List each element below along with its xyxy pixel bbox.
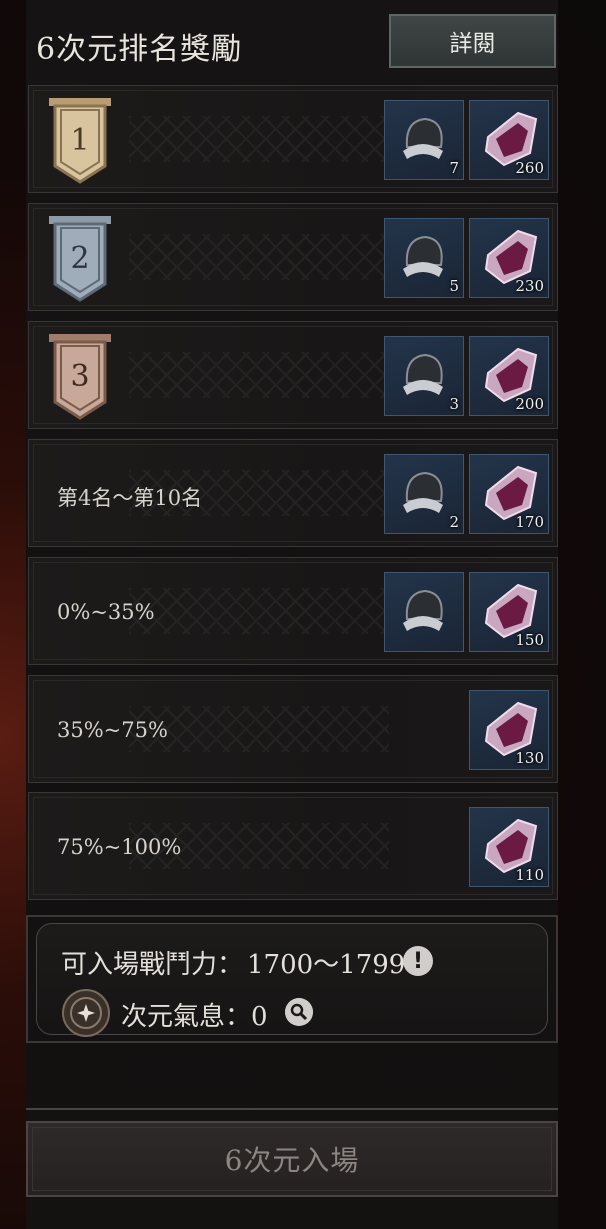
- helmet-reward[interactable]: 3: [384, 336, 464, 416]
- helmet-icon: [403, 235, 443, 277]
- row-label: 35%~75%: [57, 718, 168, 742]
- helmet-reward[interactable]: [384, 572, 464, 652]
- divider: [26, 1108, 558, 1110]
- crystal-qty: 260: [515, 159, 544, 177]
- svg-text:1: 1: [70, 123, 89, 158]
- dimension-emblem-icon: [62, 989, 110, 1037]
- crystal-reward[interactable]: 230: [469, 218, 549, 298]
- helmet-qty: 2: [449, 513, 459, 531]
- helmet-icon: [403, 471, 443, 513]
- crystal-qty: 130: [515, 749, 544, 767]
- page-title: 6次元排名獎勵: [36, 32, 243, 67]
- dimension-aura: 次元氣息：0: [121, 1002, 268, 1032]
- crystal-qty: 170: [515, 513, 544, 531]
- crystal-reward[interactable]: 170: [469, 454, 549, 534]
- magnifier-icon[interactable]: [285, 998, 313, 1026]
- helmet-qty: 3: [449, 395, 459, 413]
- crystal-qty: 150: [515, 631, 544, 649]
- header: 6次元排名獎勵 詳閱: [26, 8, 558, 78]
- reward-row-rank-3: 3 3 200: [28, 321, 558, 429]
- svg-text:3: 3: [70, 359, 89, 394]
- svg-text:2: 2: [70, 241, 89, 276]
- crystal-reward[interactable]: 200: [469, 336, 549, 416]
- crystal-reward[interactable]: 260: [469, 100, 549, 180]
- row-label: 第4名～第10名: [57, 486, 203, 510]
- detail-button[interactable]: 詳閱: [389, 14, 556, 68]
- crystal-reward[interactable]: 130: [469, 690, 549, 770]
- combat-power-requirement: 可入場戰鬥力： 1700～1799: [61, 950, 406, 980]
- crystal-qty: 200: [515, 395, 544, 413]
- helmet-reward[interactable]: 2: [384, 454, 464, 534]
- enter-dimension-button[interactable]: 6次元入場: [26, 1121, 558, 1197]
- reward-row-rank-1: 1 7 260: [28, 85, 558, 193]
- exclamation-icon[interactable]: !: [403, 946, 433, 976]
- helmet-icon: [403, 117, 443, 159]
- helmet-icon: [403, 589, 443, 631]
- crystal-qty: 110: [515, 866, 544, 884]
- row-label: 75%~100%: [57, 835, 182, 859]
- crystal-reward[interactable]: 150: [469, 572, 549, 652]
- crystal-qty: 230: [515, 277, 544, 295]
- rank-3-banner-icon: 3: [49, 334, 111, 420]
- helmet-reward[interactable]: 5: [384, 218, 464, 298]
- rank-1-banner-icon: 1: [49, 98, 111, 184]
- helmet-qty: 5: [449, 277, 459, 295]
- reward-row-75-100: 75%~100% 110: [28, 792, 558, 900]
- reward-row-rank-2: 2 5 230: [28, 203, 558, 311]
- reward-row-rank-4-10: 第4名～第10名 2 170: [28, 439, 558, 547]
- crystal-reward[interactable]: 110: [469, 807, 549, 887]
- helmet-qty: 7: [449, 159, 459, 177]
- entry-info-box: 可入場戰鬥力： 1700～1799 ! 次元氣息：0: [26, 915, 558, 1043]
- rank-2-banner-icon: 2: [49, 216, 111, 302]
- helmet-reward[interactable]: 7: [384, 100, 464, 180]
- helmet-icon: [403, 353, 443, 395]
- reward-row-35-75: 35%~75% 130: [28, 675, 558, 783]
- reward-row-0-35: 0%~35% 150: [28, 557, 558, 665]
- row-label: 0%~35%: [57, 600, 155, 624]
